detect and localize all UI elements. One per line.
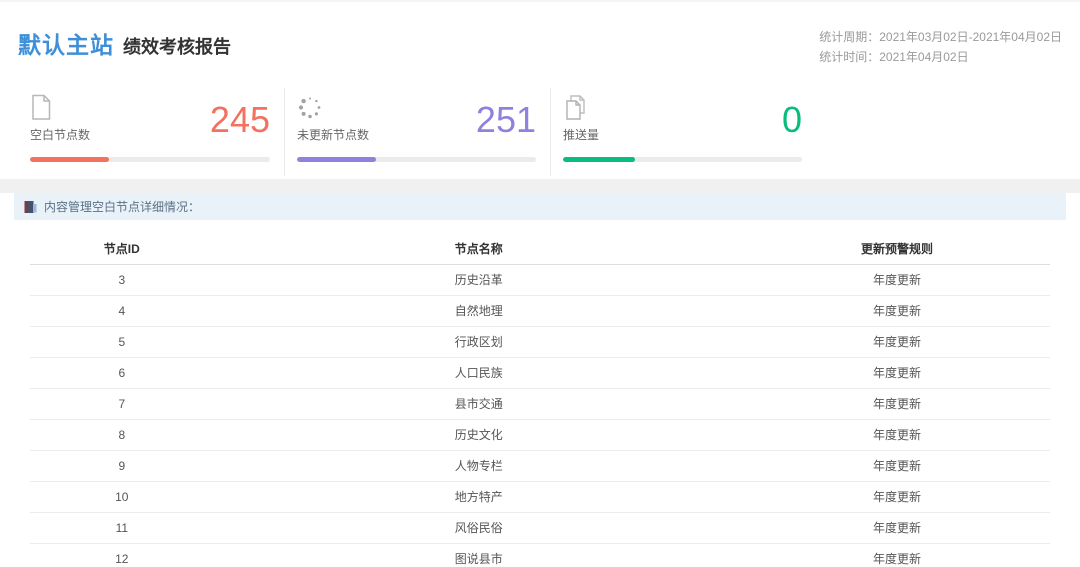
update-rule-cell: 年度更新 [744,481,1050,512]
stat-card-value: 251 [476,94,536,146]
stat-cards: 空白节点数 245 [18,88,818,176]
spinner-icon [297,94,369,121]
update-rule-cell: 年度更新 [744,543,1050,567]
table-row: 6人口民族年度更新 [30,357,1050,388]
table-row: 9人物专栏年度更新 [30,450,1050,481]
update-rule-cell: 年度更新 [744,264,1050,295]
section-title: 内容管理空白节点详细情况： [44,198,200,215]
stat-card-label: 空白节点数 [30,126,90,143]
node-name-cell: 自然地理 [214,295,744,326]
node-id-cell: 7 [30,388,214,419]
divider-band [0,179,1080,193]
report-meta: 统计周期：2021年03月02日-2021年04月02日 统计时间：2021年0… [819,26,1064,67]
table-row: 5行政区划年度更新 [30,326,1050,357]
report-icon [24,200,37,214]
card-content: 空白节点数 245 [30,94,270,148]
progress-fill [297,157,376,162]
card-content: 推送量 0 [563,94,802,148]
table-header-row: 节点ID 节点名称 更新预警规则 [30,234,1050,264]
stat-time-text: 统计时间：2021年04月02日 [819,47,1062,67]
card-content: 未更新节点数 251 [297,94,536,148]
node-name-cell: 历史沿革 [214,264,744,295]
progress-bar [297,157,536,162]
nodes-table: 节点ID 节点名称 更新预警规则 3历史沿革年度更新4自然地理年度更新5行政区划… [30,234,1050,567]
stat-card-value: 245 [210,94,270,146]
node-id-cell: 10 [30,481,214,512]
card-info: 空白节点数 [30,94,90,148]
column-header-node-name: 节点名称 [214,234,744,264]
stat-card-blank-nodes: 空白节点数 245 [18,88,284,176]
document-icon [30,94,90,121]
update-rule-cell: 年度更新 [744,419,1050,450]
progress-fill [563,157,635,162]
update-rule-cell: 年度更新 [744,326,1050,357]
progress-fill [30,157,109,162]
column-header-update-rule: 更新预警规则 [744,234,1050,264]
update-rule-cell: 年度更新 [744,512,1050,543]
node-id-cell: 8 [30,419,214,450]
card-info: 未更新节点数 [297,94,369,148]
node-id-cell: 12 [30,543,214,567]
node-name-cell: 人口民族 [214,357,744,388]
table-row: 12图说县市年度更新 [30,543,1050,567]
stat-card-not-updated-nodes: 未更新节点数 251 [284,88,550,176]
title-group: 默认主站绩效考核报告 [18,26,231,60]
stat-card-label: 推送量 [563,126,599,143]
node-name-cell: 历史文化 [214,419,744,450]
nodes-table-body: 3历史沿革年度更新4自然地理年度更新5行政区划年度更新6人口民族年度更新7县市交… [30,264,1050,567]
node-name-cell: 图说县市 [214,543,744,567]
node-id-cell: 3 [30,264,214,295]
table-row: 7县市交通年度更新 [30,388,1050,419]
page-title: 绩效考核报告 [123,37,231,57]
table-row: 4自然地理年度更新 [30,295,1050,326]
update-rule-cell: 年度更新 [744,295,1050,326]
section-header: 内容管理空白节点详细情况： [14,193,1066,220]
page-header: 默认主站绩效考核报告 统计周期：2021年03月02日-2021年04月02日 … [0,2,1080,88]
column-header-node-id: 节点ID [30,234,214,264]
node-name-cell: 县市交通 [214,388,744,419]
table-header: 节点ID 节点名称 更新预警规则 [30,234,1050,264]
update-rule-cell: 年度更新 [744,357,1050,388]
stat-card-push-volume: 推送量 0 [550,88,816,176]
update-rule-cell: 年度更新 [744,450,1050,481]
node-name-cell: 人物专栏 [214,450,744,481]
node-id-cell: 9 [30,450,214,481]
progress-bar [30,157,270,162]
site-title: 默认主站 [18,32,114,58]
progress-bar [563,157,802,162]
table-row: 11风俗民俗年度更新 [30,512,1050,543]
table-row: 8历史文化年度更新 [30,419,1050,450]
node-id-cell: 4 [30,295,214,326]
card-info: 推送量 [563,94,599,148]
node-id-cell: 6 [30,357,214,388]
table-row: 3历史沿革年度更新 [30,264,1050,295]
stat-period-text: 统计周期：2021年03月02日-2021年04月02日 [819,27,1062,47]
update-rule-cell: 年度更新 [744,388,1050,419]
node-id-cell: 11 [30,512,214,543]
stat-card-value: 0 [782,94,802,146]
table-row: 10地方特产年度更新 [30,481,1050,512]
node-name-cell: 地方特产 [214,481,744,512]
copy-icon [563,94,599,121]
node-name-cell: 风俗民俗 [214,512,744,543]
performance-report-page: 默认主站绩效考核报告 统计周期：2021年03月02日-2021年04月02日 … [0,2,1080,567]
node-id-cell: 5 [30,326,214,357]
stat-card-label: 未更新节点数 [297,126,369,143]
node-name-cell: 行政区划 [214,326,744,357]
